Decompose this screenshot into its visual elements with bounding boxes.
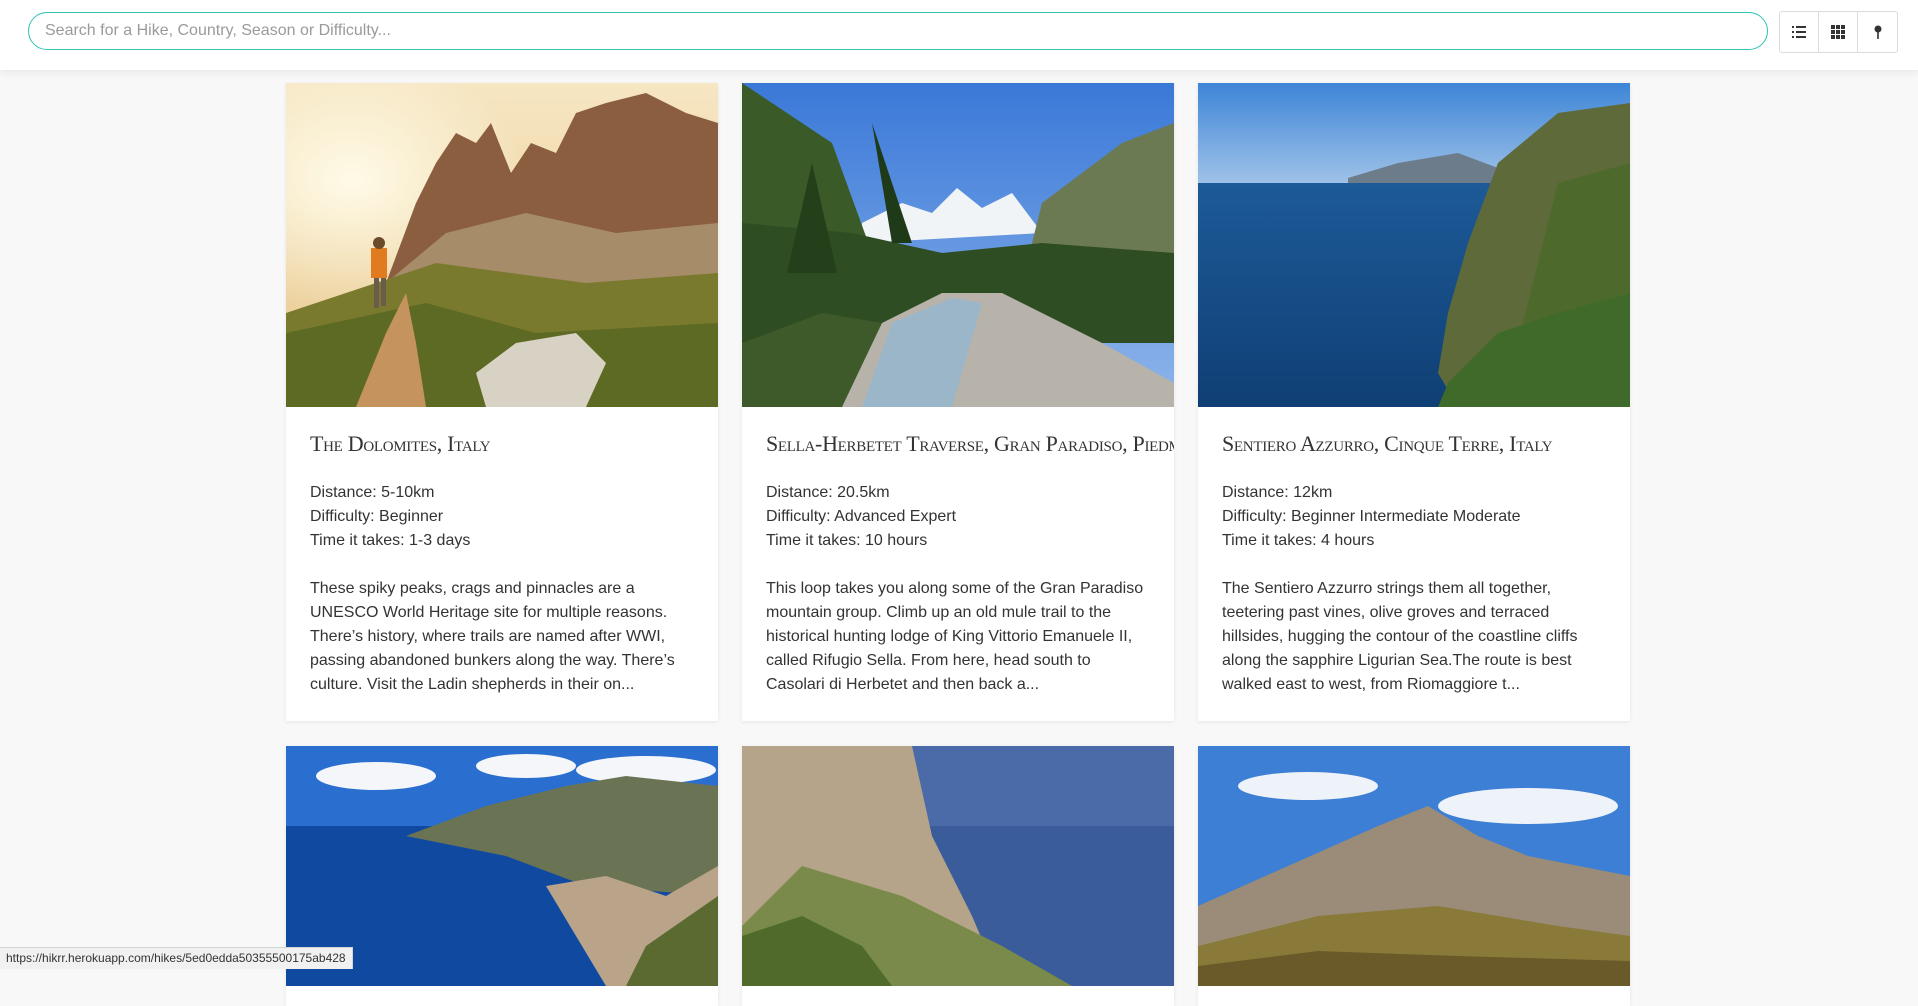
time: Time it takes: 10 hours xyxy=(766,532,928,549)
card-title[interactable]: Sella-Herbetet Traverse, Gran Paradiso, … xyxy=(766,431,1174,457)
grid-view-button[interactable] xyxy=(1819,12,1858,52)
hike-image-mountain[interactable] xyxy=(1198,746,1630,986)
distance: Distance: 5-10km xyxy=(310,484,435,501)
time: Time it takes: 1-3 days xyxy=(310,532,471,549)
map-view-button[interactable] xyxy=(1858,12,1897,52)
time: Time it takes: 4 hours xyxy=(1222,532,1375,549)
hike-image-sella[interactable] xyxy=(742,83,1174,407)
hike-card[interactable]: The Dolomites, Italy Distance: 5-10km Di… xyxy=(286,83,718,721)
hike-image-cliffs[interactable] xyxy=(742,746,1174,986)
card-title[interactable]: Sentiero Azzurro, Cinque Terre, Italy xyxy=(1222,431,1606,457)
hike-card[interactable] xyxy=(1198,746,1630,1006)
map-pin-icon xyxy=(1874,25,1881,39)
difficulty: Difficulty: Beginner Intermediate Modera… xyxy=(1222,508,1521,525)
difficulty: Difficulty: Advanced Expert xyxy=(766,508,957,525)
hike-card[interactable] xyxy=(742,746,1174,1006)
card-description: These spiky peaks, crags and pinnacles a… xyxy=(310,580,675,693)
card-description: The Sentiero Azzurro strings them all to… xyxy=(1222,580,1578,693)
list-view-button[interactable] xyxy=(1780,12,1819,52)
view-toggle-group xyxy=(1779,11,1898,53)
hike-card[interactable]: Sella-Herbetet Traverse, Gran Paradiso, … xyxy=(742,83,1174,721)
status-bar-url: https://hikrr.herokuapp.com/hikes/5ed0ed… xyxy=(0,947,353,969)
distance: Distance: 20.5km xyxy=(766,484,890,501)
card-title[interactable]: The Dolomites, Italy xyxy=(310,431,694,457)
search-input[interactable] xyxy=(28,12,1768,50)
grid-view-icon xyxy=(1831,25,1845,39)
list-view-icon xyxy=(1792,26,1806,38)
hike-image-dolomites[interactable] xyxy=(286,83,718,407)
difficulty: Difficulty: Beginner xyxy=(310,508,444,525)
hike-image-cinque-terre[interactable] xyxy=(1198,83,1630,407)
hike-card[interactable]: Sentiero Azzurro, Cinque Terre, Italy Di… xyxy=(1198,83,1630,721)
card-description: This loop takes you along some of the Gr… xyxy=(766,580,1144,693)
distance: Distance: 12km xyxy=(1222,484,1333,501)
top-bar xyxy=(0,0,1918,70)
